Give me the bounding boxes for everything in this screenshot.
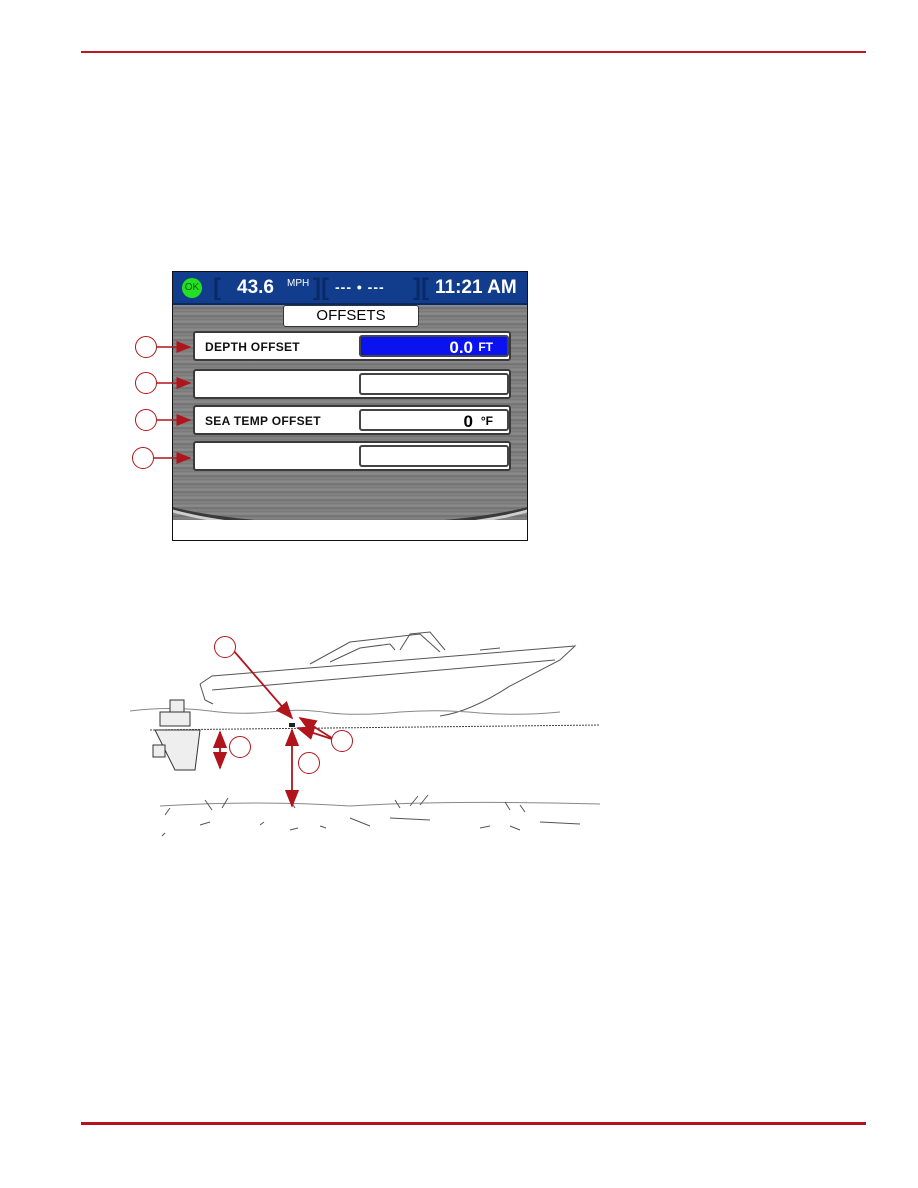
callout-circle (135, 372, 157, 394)
callout-circle (135, 336, 157, 358)
transducer-icon (289, 723, 295, 727)
callout-circle (331, 730, 353, 752)
callout-arrow (298, 717, 336, 741)
sterndrive-illustration (152, 699, 201, 771)
callout-arrow (296, 726, 336, 741)
callout-circle (135, 409, 157, 431)
callout-circle (214, 636, 236, 658)
callout-circle (298, 752, 320, 774)
callout-circle (132, 447, 154, 469)
boat-illustration (129, 631, 601, 837)
footer-rule (81, 1122, 866, 1125)
callout-circle (229, 736, 251, 758)
callout-arrows (129, 341, 601, 837)
